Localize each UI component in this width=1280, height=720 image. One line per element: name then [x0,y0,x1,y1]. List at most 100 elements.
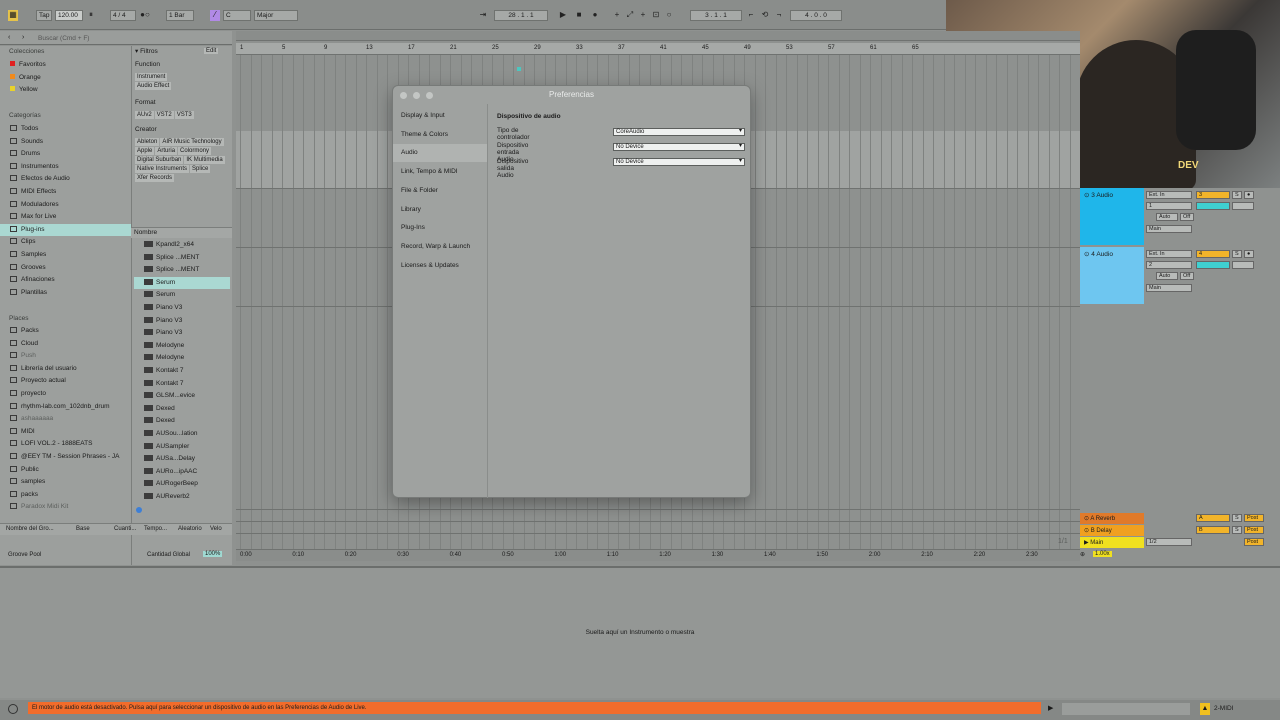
plugin-item[interactable]: Melodyne [134,340,230,353]
preferences-tab[interactable]: Link, Tempo & MIDI [393,163,487,181]
off-monitor-button[interactable]: Off [1180,213,1194,221]
capture-icon[interactable]: ⊡ [651,10,661,21]
plugin-item[interactable]: Kontakt 7 [134,365,230,378]
collection-item[interactable]: Yellow [10,84,38,97]
groove-column-header[interactable]: Nombre del Gro... [6,526,54,532]
play-icon[interactable]: ▶ [558,10,568,21]
global-amount-field[interactable]: 100% [203,551,223,557]
preferences-tab[interactable]: Library [393,201,487,219]
track-activator-button[interactable]: 4 [1196,250,1230,258]
solo-button[interactable]: S [1232,191,1242,199]
return-track-header[interactable]: ⊙ B Delay [1080,525,1144,536]
category-item[interactable]: Plug-ins [0,223,131,237]
category-item[interactable]: Sounds [0,136,131,149]
groove-column-header[interactable]: Velo [210,526,222,532]
plugin-item[interactable]: Kontakt 7 [134,378,230,391]
search-input[interactable]: Buscar (Cmd + F) [38,35,89,42]
plugin-item[interactable]: Kpandl2_x64 [134,239,230,252]
follow-icon[interactable]: ⇥ [478,10,488,21]
plugin-item[interactable]: Splice ...MENT [134,264,230,277]
off-monitor-button[interactable]: Off [1180,272,1194,280]
place-item[interactable]: LOFI VOL.2 - 1888EATS [10,438,131,451]
filter-tag[interactable]: Arturia [155,147,178,155]
loop-start-field[interactable]: 3 . 1 . 1 [690,10,742,21]
track-header[interactable]: ⊙ 3 Audio [1080,188,1144,245]
return-solo-button[interactable]: S [1232,526,1242,534]
filter-tag[interactable]: Splice [190,165,211,173]
stop-icon[interactable]: ■ [574,10,584,21]
volume-field[interactable] [1196,261,1230,269]
filter-tag[interactable]: Audio Effect [135,82,172,90]
place-item[interactable]: Packs [10,325,131,338]
preferences-tab[interactable]: Licenses & Updates [393,257,487,275]
filter-tag[interactable]: Ableton [135,138,160,146]
function-filter-header[interactable]: Function [135,59,160,72]
return-fold-icon[interactable]: ⊙ [1084,528,1091,534]
main-track-header[interactable]: ▶ Main [1080,537,1144,548]
plugin-item[interactable]: Melodyne [134,352,230,365]
filter-tag[interactable]: AIR Music Technology [160,138,224,146]
filter-tag[interactable]: Xfer Records [135,174,175,182]
arm-button[interactable]: ● [1244,191,1254,199]
settings-icon[interactable] [8,704,18,714]
edit-button[interactable]: Edit [204,48,219,54]
forward-icon[interactable]: › [22,34,24,41]
plugin-item[interactable]: GLSM...evice [134,390,230,403]
minimize-icon[interactable] [413,92,420,99]
filter-tag[interactable]: Instrument [135,73,168,81]
play-preview-icon[interactable]: ▶ [1048,704,1053,712]
place-item[interactable]: Cloud [10,338,131,351]
format-filter-header[interactable]: Format [135,97,156,110]
zoom-icon[interactable]: ⊕ [1080,551,1085,558]
filter-tag[interactable]: IK Multimedia [184,156,225,164]
place-item[interactable]: samples [10,476,131,489]
input-channel-select[interactable]: 2 [1146,261,1192,269]
volume-field[interactable] [1196,202,1230,210]
preferences-tab[interactable]: Plug-Ins [393,219,487,237]
output-select[interactable]: Main [1146,225,1192,233]
category-item[interactable]: Plantillas [0,287,131,300]
scale-mode-icon[interactable]: ⁄ [210,10,220,21]
category-item[interactable]: Todos [0,123,131,136]
record-icon[interactable]: ● [590,10,600,21]
place-item[interactable]: Librería del usuario [10,363,131,376]
punch-out-icon[interactable]: ¬ [774,10,784,21]
metronome-icon[interactable]: ●○ [140,10,150,21]
output-select[interactable]: Main [1146,284,1192,292]
place-item[interactable]: Paradox Midi Kit [10,501,131,514]
place-item[interactable]: proyecto [10,388,131,401]
plugin-item[interactable]: AUSampler [134,441,230,454]
place-item[interactable]: ashaaaaaa [10,413,131,426]
plugin-item[interactable]: AURogerBeep [134,478,230,491]
auto-monitor-button[interactable]: Auto [1156,213,1178,221]
category-item[interactable]: MIDI Effects [0,186,131,199]
loop-icon[interactable]: ⟲ [760,10,770,21]
audio-setting-select[interactable]: No Device ▾ [613,158,745,167]
auto-monitor-button[interactable]: Auto [1156,272,1178,280]
return-post-button[interactable]: Post [1244,514,1264,522]
category-item[interactable]: Drums [0,148,131,161]
return-activator-button[interactable]: A [1196,514,1230,522]
place-item[interactable]: Proyecto actual [10,375,131,388]
plugin-item[interactable]: AUSou...lation [134,428,230,441]
preferences-tab[interactable]: Theme & Colors [393,126,487,144]
category-item[interactable]: Grooves [0,262,131,275]
plugin-item[interactable]: Piano V3 [134,315,230,328]
plugin-item[interactable]: Serum [134,289,230,302]
place-item[interactable]: rhythm-lab.com_102dnb_drum [10,401,131,414]
punch-in-icon[interactable]: ⌐ [746,10,756,21]
track-activator-button[interactable]: 3 [1196,191,1230,199]
creator-filter-header[interactable]: Creator [135,124,157,137]
menu-toggle-icon[interactable]: ▦ [8,10,18,21]
plugin-item[interactable]: Dexed [134,415,230,428]
automation-arm-icon[interactable]: ⤢ [625,10,635,21]
preferences-tab[interactable]: Audio [393,144,487,163]
category-item[interactable]: Afinaciones [0,274,131,287]
pan-field[interactable] [1232,202,1254,210]
plugin-item[interactable]: Piano V3 [134,327,230,340]
scale-select[interactable]: Major [254,10,298,21]
input-type-select[interactable]: Ext. In [1146,250,1192,258]
groove-pool-label[interactable]: Groove Pool [8,552,41,558]
return-post-button[interactable]: Post [1244,526,1264,534]
collection-item[interactable]: Favoritos [10,59,46,72]
